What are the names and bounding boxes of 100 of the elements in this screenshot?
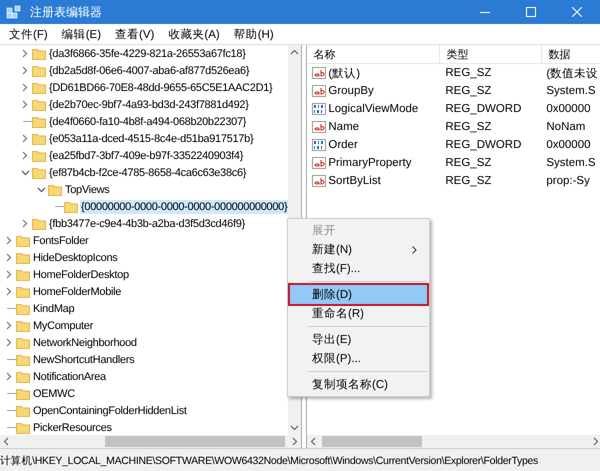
folder-icon [48, 184, 62, 196]
value-name: (默认) [328, 66, 360, 80]
folder-icon [32, 64, 46, 76]
value-data: System.S [545, 157, 597, 169]
menu-item[interactable]: 帮助(H) [226, 26, 281, 42]
expand-icon[interactable] [6, 253, 12, 262]
value-name: GroupBy [328, 85, 374, 97]
tree-item[interactable]: {da3f6866-35fe-4229-821a-26553a67fc18} [48, 46, 247, 60]
value-name: PrimaryProperty [328, 157, 412, 169]
registry-cubes-icon [6, 4, 22, 20]
tree-item[interactable]: {e053a11a-dced-4515-8c4e-d51ba917517b} [48, 132, 254, 146]
status-bar: 计算机\HKEY_LOCAL_MACHINE\SOFTWARE\WOW6432Node\Microsoft\Windows\CurrentVersion\Explorer\FolderTypes [0, 448, 600, 471]
maximize-icon[interactable] [526, 7, 536, 17]
expand-icon[interactable] [6, 372, 12, 381]
folder-icon [16, 268, 30, 280]
tree-item[interactable]: HideDesktopIcons [32, 250, 118, 264]
expand-icon[interactable] [22, 66, 28, 75]
folder-icon [16, 354, 30, 366]
value-type: REG_DWORD [444, 139, 522, 151]
tree-item[interactable]: PickerResources [32, 420, 113, 434]
tree-item[interactable]: {ea25fbd7-3bf7-409e-b97f-3352240903f4} [48, 148, 244, 162]
folder-icon [16, 404, 30, 416]
tree-item[interactable]: HomeFolderDesktop [32, 268, 130, 282]
expand-icon[interactable] [6, 270, 12, 279]
menu-item[interactable]: 编辑(E) [54, 26, 108, 42]
tree-item[interactable]: OEMWC [32, 386, 76, 400]
menu-item[interactable]: 复制项名称(C) [290, 375, 427, 394]
expand-icon[interactable] [6, 236, 12, 245]
value-name: SortByList [328, 175, 381, 187]
value-data: (数值未设 [545, 66, 600, 80]
tree-item[interactable]: MyComputer [32, 318, 94, 332]
tree-item[interactable]: {db2a5d8f-06e6-4007-aba6-af877d526ea6} [48, 64, 250, 78]
scroll-right-icon[interactable] [292, 437, 298, 446]
expand-icon[interactable] [22, 100, 28, 109]
folder-icon [32, 116, 46, 128]
folder-icon [32, 82, 46, 94]
folder-icon [64, 200, 78, 212]
expand-icon[interactable] [22, 49, 28, 58]
folder-icon [16, 336, 30, 348]
expand-icon[interactable] [22, 134, 28, 143]
menu-item[interactable]: 查看(V) [108, 26, 162, 42]
tree-item[interactable]: NewShortcutHandlers [32, 352, 136, 366]
menu-item[interactable]: 查找(F)... [290, 259, 427, 278]
folder-icon [16, 370, 30, 382]
menu-item[interactable]: 导出(E) [290, 330, 427, 349]
tree-item[interactable]: TopViews [64, 182, 110, 196]
tree-item[interactable]: {fbb3477e-c9e4-4b3b-a2ba-d3f5d3cd46f9} [48, 216, 246, 230]
folder-icon [16, 388, 30, 400]
value-name: Name [328, 121, 360, 133]
column-header[interactable]: 数据 [542, 45, 600, 63]
value-data: prop:-Sy [545, 175, 591, 187]
window-title: 注册表编辑器 [30, 4, 103, 20]
menu-item[interactable]: 权限(P)... [290, 349, 427, 368]
tree-item[interactable]: {de2b70ec-9bf7-4a93-bd3d-243f7881d492} [48, 98, 250, 112]
collapse-icon[interactable] [20, 170, 30, 176]
menu-item[interactable]: 重命名(R) [290, 304, 427, 323]
close-icon[interactable] [572, 7, 582, 17]
tree-item[interactable]: KindMap [32, 302, 76, 316]
menu-item[interactable]: 新建(N) [290, 240, 427, 259]
scroll-left-icon[interactable] [3, 437, 9, 446]
expand-icon[interactable] [22, 151, 28, 160]
horizontal-scrollbar[interactable] [307, 435, 600, 448]
scroll-right-icon[interactable] [593, 437, 600, 446]
scroll-left-icon[interactable] [310, 437, 316, 446]
folder-icon [32, 98, 46, 110]
folder-icon [32, 218, 46, 230]
tree-item[interactable]: {00000000-0000-0000-0000-000000000000} [80, 200, 288, 214]
value-name: Order [328, 139, 358, 151]
expand-icon[interactable] [22, 83, 28, 92]
folder-icon [16, 286, 30, 298]
value-data: System.S [545, 85, 597, 97]
tree-item[interactable]: {DD61BD66-70E8-48dd-9655-65C5E1AAC2D1} [48, 80, 274, 94]
expand-icon[interactable] [6, 338, 12, 347]
tree-item[interactable]: FontsFolder [32, 234, 90, 248]
expand-icon[interactable] [6, 321, 12, 330]
horizontal-scrollbar[interactable] [0, 435, 302, 448]
value-type: REG_SZ [444, 67, 492, 79]
tree-item[interactable]: {de4f0660-fa10-4b8f-a494-068b20b22307} [48, 114, 248, 128]
value-data: NoNam [545, 121, 586, 133]
value-name: LogicalViewMode [328, 103, 418, 115]
value-type: REG_SZ [444, 85, 492, 97]
tree-item[interactable]: NetworkNeighborhood [32, 336, 138, 350]
tree-item[interactable]: {ef87b4cb-f2ce-4785-8658-4ca6c63e38c6} [48, 166, 248, 180]
value-type: REG_DWORD [444, 103, 522, 115]
folder-icon [16, 320, 30, 332]
expand-icon[interactable] [22, 219, 28, 228]
folder-icon [32, 132, 46, 144]
tree-item[interactable]: NotificationArea [32, 370, 107, 384]
tree-item[interactable]: OpenContainingFolderHiddenList [32, 404, 188, 418]
menu-item[interactable]: 删除(D) [290, 285, 427, 304]
folder-icon [32, 150, 46, 162]
value-type: REG_SZ [444, 175, 492, 187]
column-header[interactable]: 名称 [307, 45, 440, 63]
menu-item[interactable]: 文件(F) [2, 26, 55, 42]
expand-icon[interactable] [6, 287, 12, 296]
menu-item[interactable]: 收藏夹(A) [161, 26, 227, 42]
tree-item[interactable]: HomeFolderMobile [32, 284, 122, 298]
collapse-icon[interactable] [36, 186, 46, 192]
column-header[interactable]: 类型 [440, 45, 542, 63]
folder-icon [16, 234, 30, 246]
